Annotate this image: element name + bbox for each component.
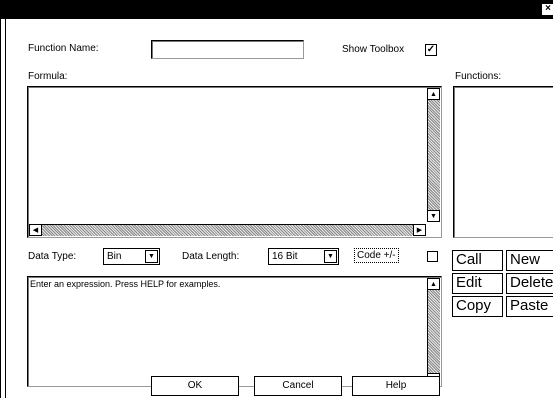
data-type-select[interactable]: Bin ▼: [103, 248, 160, 265]
checkmark-icon: ✓: [426, 44, 436, 55]
cancel-button[interactable]: Cancel: [254, 376, 342, 396]
data-length-value: 16 Bit: [272, 251, 298, 262]
show-toolbox-label: Show Toolbox: [342, 44, 405, 55]
scroll-up-arrow-icon[interactable]: ▲: [427, 278, 440, 290]
code-sign-label: Code +/-: [354, 248, 399, 263]
close-icon[interactable]: ×: [541, 3, 553, 16]
function-name-label: Function Name:: [28, 43, 99, 54]
formula-editor[interactable]: [27, 86, 442, 238]
functions-list[interactable]: [453, 86, 553, 238]
delete-button[interactable]: Delete: [506, 273, 553, 294]
edit-button[interactable]: Edit: [452, 273, 503, 294]
data-type-value: Bin: [107, 251, 122, 262]
chevron-down-icon[interactable]: ▼: [145, 250, 158, 263]
scroll-right-arrow-icon[interactable]: ▶: [413, 224, 426, 236]
functions-label: Functions:: [455, 71, 502, 82]
chevron-down-icon[interactable]: ▼: [324, 250, 337, 263]
data-type-label: Data Type:: [28, 251, 77, 262]
window-left-border: [0, 19, 6, 398]
formula-horizontal-scrollbar[interactable]: [29, 224, 426, 236]
new-button[interactable]: New: [506, 250, 553, 271]
formula-text: [28, 87, 441, 91]
call-button[interactable]: Call: [452, 250, 503, 271]
copy-button[interactable]: Copy: [452, 296, 503, 317]
formula-vertical-scrollbar[interactable]: [427, 88, 440, 222]
scroll-up-arrow-icon[interactable]: ▲: [427, 88, 440, 100]
window-title: D-Script Function : Untitled: [3, 2, 146, 14]
expression-help-text: Enter an expression. Press HELP for exam…: [30, 279, 221, 289]
code-sign-checkbox[interactable]: [427, 251, 438, 262]
function-name-input[interactable]: [151, 40, 304, 59]
help-vertical-scrollbar[interactable]: [427, 278, 440, 385]
data-length-label: Data Length:: [182, 251, 240, 262]
ok-button[interactable]: OK: [151, 376, 239, 396]
show-toolbox-checkbox[interactable]: ✓: [425, 44, 437, 56]
scroll-down-arrow-icon[interactable]: ▼: [427, 210, 440, 222]
formula-label: Formula:: [28, 71, 68, 82]
data-length-select[interactable]: 16 Bit ▼: [268, 248, 339, 265]
help-button[interactable]: Help: [352, 376, 440, 396]
paste-button[interactable]: Paste: [506, 296, 553, 317]
expression-help-box: Enter an expression. Press HELP for exam…: [27, 276, 442, 387]
scroll-left-arrow-icon[interactable]: ◀: [29, 224, 42, 236]
